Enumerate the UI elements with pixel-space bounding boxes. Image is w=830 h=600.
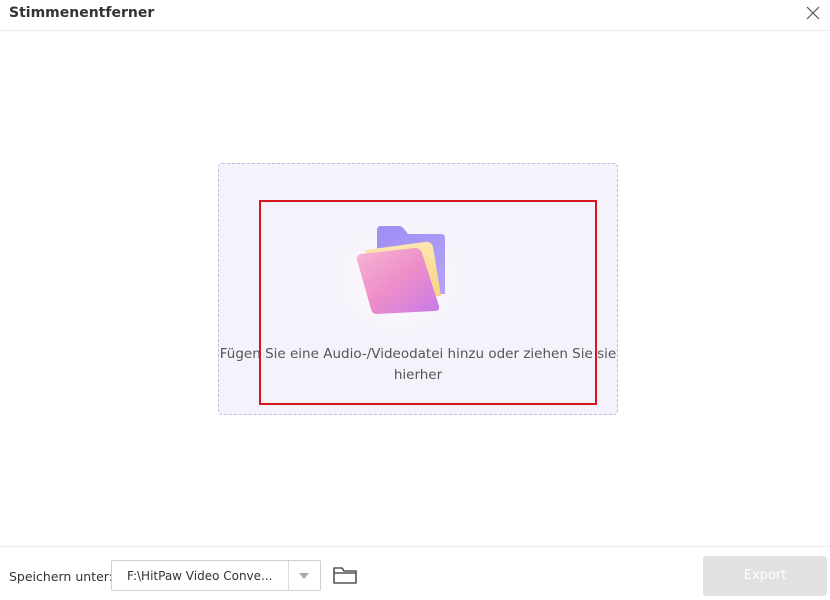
save-path-value: F:\HitPaw Video Conve...	[127, 569, 273, 583]
folder-outline-icon	[333, 567, 357, 584]
dropdown-divider	[288, 561, 289, 590]
window-title: Stimmenentferner	[9, 5, 155, 21]
voice-remover-window: Stimmenentferner Fügen Sie eine Audio-/V…	[0, 0, 830, 600]
export-button[interactable]: Export	[703, 556, 827, 596]
title-bar: Stimmenentferner	[0, 0, 830, 31]
close-button[interactable]	[804, 4, 822, 22]
file-drop-zone[interactable]: Fügen Sie eine Audio-/Videodatei hinzu o…	[218, 163, 618, 415]
save-location-label: Speichern unter:	[9, 569, 113, 584]
bottom-bar: Speichern unter: F:\HitPaw Video Conve..…	[0, 546, 830, 600]
chevron-down-icon[interactable]	[299, 573, 309, 579]
close-icon	[806, 6, 820, 20]
open-folder-button[interactable]	[332, 564, 358, 586]
drop-instructions: Fügen Sie eine Audio-/Videodatei hinzu o…	[219, 346, 617, 383]
save-path-dropdown[interactable]: F:\HitPaw Video Conve...	[111, 560, 321, 591]
folder-icon	[356, 226, 445, 314]
